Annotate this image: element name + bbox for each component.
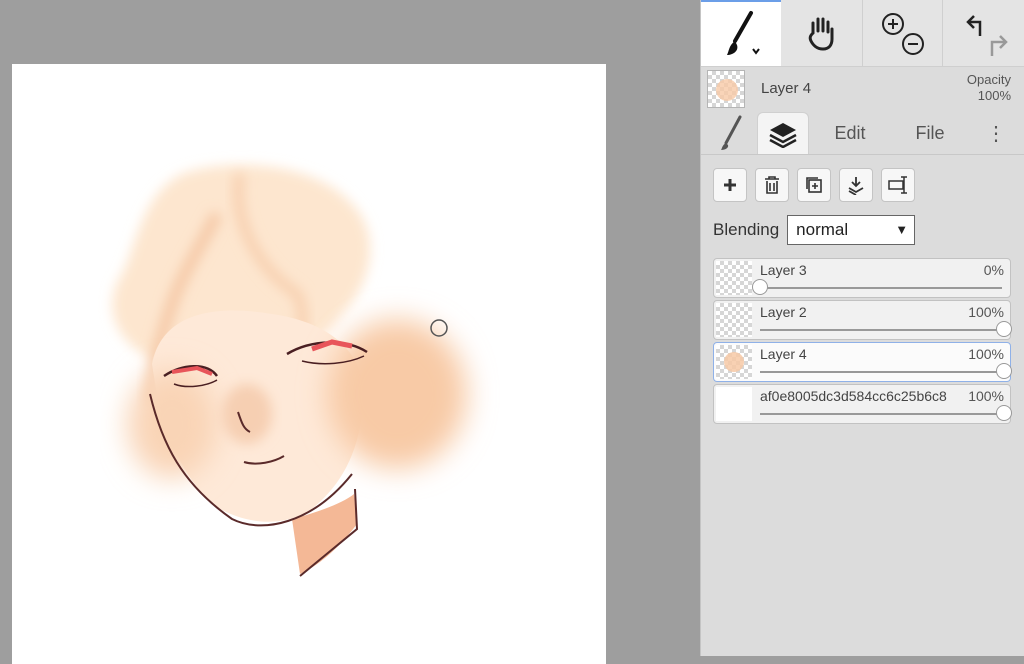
rename-layer-button[interactable] — [881, 168, 915, 202]
brush-icon — [727, 11, 760, 55]
blending-row: Blending normal ▼ — [713, 214, 916, 246]
layer-row[interactable]: Layer 4 100% — [713, 342, 1012, 382]
merge-down-button[interactable] — [839, 168, 873, 202]
tab-layers[interactable] — [757, 112, 809, 154]
opacity-value: 100% — [977, 88, 1011, 103]
tab-edit[interactable]: Edit — [819, 112, 881, 154]
opacity-indicator[interactable]: Opacity 100% — [967, 72, 1011, 104]
current-layer-bar: Layer 4 Opacity 100% — [701, 66, 1024, 110]
layer-opacity-slider-handle[interactable] — [996, 321, 1012, 337]
brush-cursor — [430, 319, 448, 337]
canvas-workspace[interactable] — [0, 0, 700, 664]
delete-layer-icon — [765, 176, 779, 194]
layers-tab-icon — [769, 122, 797, 148]
nose-shade — [222, 384, 272, 444]
blending-label: Blending — [713, 220, 780, 239]
more-options-icon[interactable]: ⋮ — [981, 112, 1011, 154]
undo-redo-icon — [966, 15, 1008, 56]
layer-opacity-slider-handle[interactable] — [752, 279, 768, 295]
panel-tabs: Edit File ⋮ — [701, 110, 1024, 155]
add-layer-button[interactable] — [713, 168, 747, 202]
artwork — [112, 165, 467, 577]
current-layer-thumbnail[interactable] — [707, 70, 745, 108]
cheek-blush-right — [327, 319, 467, 469]
chevron-down-icon: ▼ — [895, 222, 909, 237]
layer-opacity-slider-handle[interactable] — [996, 405, 1012, 421]
layer-opacity-value: 0% — [983, 262, 1004, 278]
rename-layer-icon — [888, 176, 907, 194]
drawing-canvas[interactable] — [12, 64, 606, 664]
brush-tool-button[interactable] — [701, 0, 781, 66]
layer-thumbnail[interactable] — [716, 261, 752, 295]
layer-opacity-slider[interactable] — [760, 329, 1002, 331]
layer-opacity-slider[interactable] — [760, 413, 1002, 415]
blending-value: normal — [796, 220, 849, 239]
side-panel: Layer 4 Opacity 100% Edit File ⋮ Blendin… — [700, 0, 1024, 656]
tool-bar — [701, 0, 1024, 67]
layer-opacity-slider-handle[interactable] — [996, 363, 1012, 379]
layer-opacity-value: 100% — [968, 304, 1004, 320]
layer-thumbnail[interactable] — [716, 303, 752, 337]
add-layer-icon — [724, 179, 736, 191]
undo-redo-button[interactable] — [943, 0, 1024, 66]
hand-icon — [808, 17, 833, 51]
layer-opacity-value: 100% — [968, 346, 1004, 362]
delete-layer-button[interactable] — [755, 168, 789, 202]
tab-brush[interactable] — [709, 112, 755, 154]
blending-select[interactable]: normal ▼ — [787, 215, 916, 245]
opacity-label: Opacity — [966, 72, 1011, 87]
current-layer-name: Layer 4 — [761, 80, 812, 97]
layer-thumbnail[interactable] — [716, 387, 752, 421]
layer-name: Layer 3 — [760, 262, 807, 278]
layer-row[interactable]: af0e8005dc3d584cc6c25b6c8 100% — [713, 384, 1012, 424]
layer-row[interactable]: Layer 3 0% — [713, 258, 1011, 298]
duplicate-layer-icon — [806, 177, 822, 193]
zoom-tool-button[interactable] — [863, 0, 943, 66]
tab-file[interactable]: File — [899, 112, 961, 154]
layer-opacity-slider[interactable] — [760, 371, 1002, 373]
layer-opacity-value: 100% — [968, 388, 1004, 404]
layer-thumbnail[interactable] — [716, 345, 752, 379]
duplicate-layer-button[interactable] — [797, 168, 831, 202]
layer-opacity-slider[interactable] — [760, 287, 1002, 289]
hand-tool-button[interactable] — [781, 0, 863, 66]
merge-down-icon — [848, 177, 864, 195]
layer-row[interactable]: Layer 2 100% — [713, 300, 1012, 340]
brush-tab-icon — [721, 115, 742, 150]
layer-name: af0e8005dc3d584cc6c25b6c8 — [760, 388, 947, 404]
zoom-icon — [881, 13, 924, 55]
layer-name: Layer 4 — [760, 346, 807, 362]
layer-name: Layer 2 — [760, 304, 807, 320]
